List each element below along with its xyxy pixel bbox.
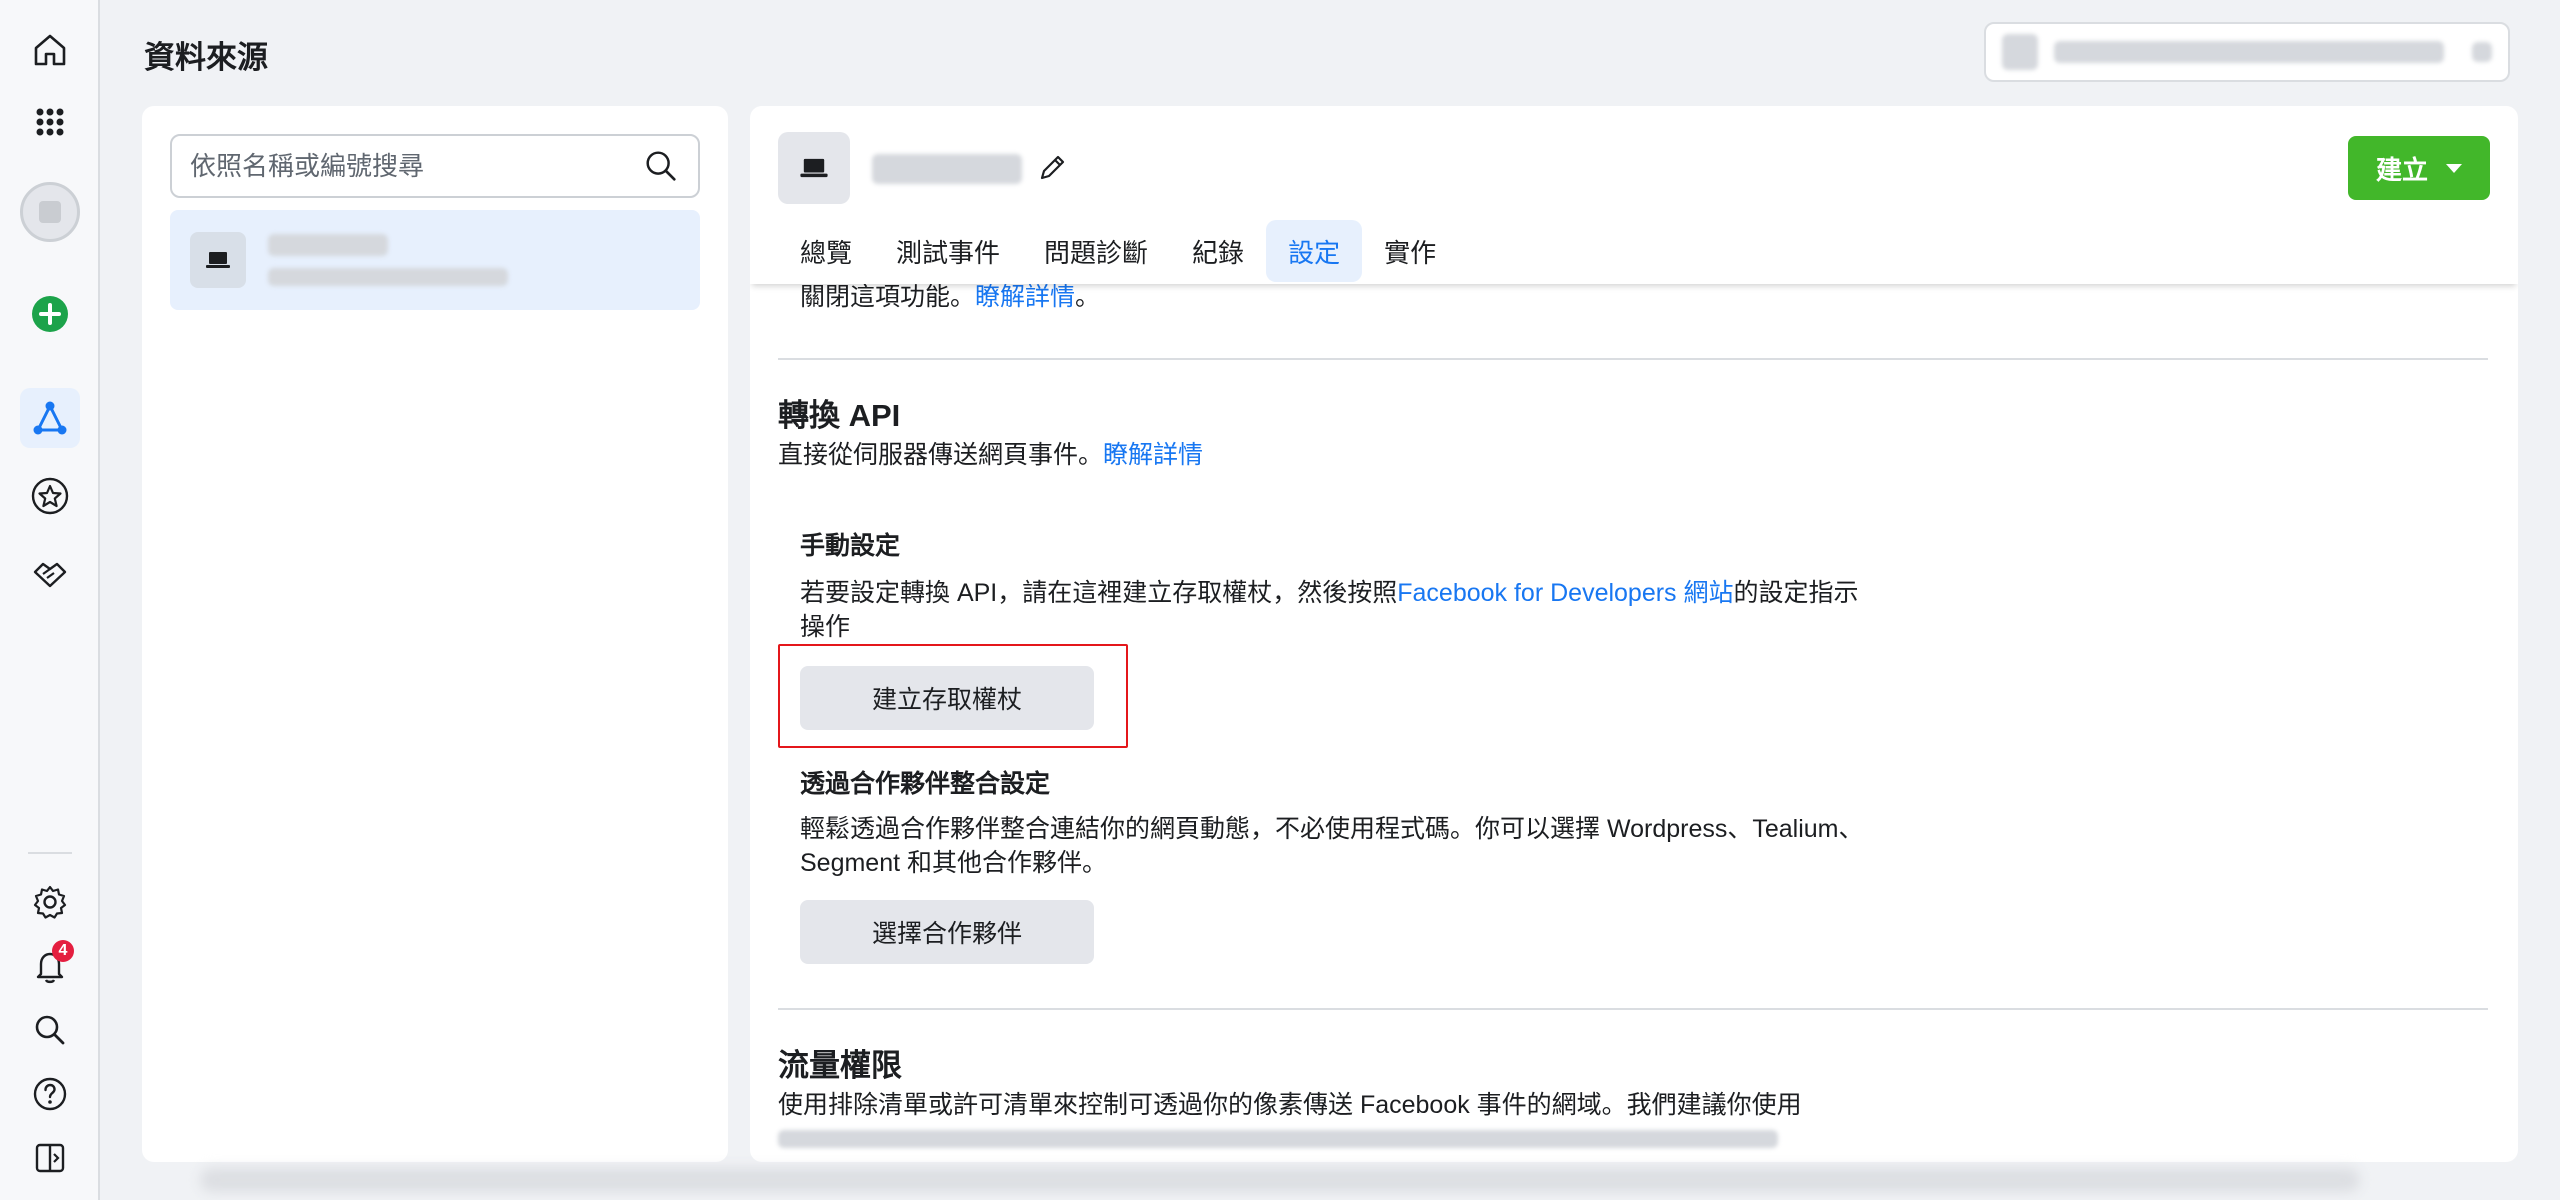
data-source-list-panel	[142, 106, 728, 1162]
manual-setup-description-line2: 操作	[800, 613, 851, 641]
pixel-name-obscured	[872, 154, 1022, 184]
settings-icon[interactable]	[20, 872, 80, 932]
rail-divider	[28, 852, 72, 854]
traffic-permissions-heading: 流量權限	[778, 1048, 902, 1083]
panel-toggle-icon[interactable]	[20, 1128, 80, 1188]
tab-test-events[interactable]: 測試事件	[874, 220, 1022, 282]
left-rail: 4	[0, 0, 100, 1200]
source-id-obscured	[268, 268, 508, 286]
conversions-api-desc-text: 直接從伺服器傳送網頁事件。	[778, 441, 1104, 469]
manual-setup-text: 若要設定轉換 API，請在這裡建立存取權杖，然後按照	[800, 579, 1398, 607]
star-icon[interactable]	[20, 466, 80, 526]
account-name-obscured	[2054, 41, 2444, 63]
create-button-label: 建立	[2375, 154, 2428, 185]
laptop-icon	[190, 232, 246, 288]
clipped-text-line	[778, 1130, 1778, 1148]
source-name-obscured	[268, 234, 388, 256]
help-icon[interactable]	[20, 1064, 80, 1124]
conversions-api-learn-more-link[interactable]: 瞭解詳情	[1103, 441, 1203, 469]
search-icon[interactable]	[20, 1000, 80, 1060]
window-bottom-shadow	[200, 1168, 2360, 1192]
section-divider	[778, 358, 2488, 360]
tab-history[interactable]: 紀錄	[1170, 220, 1266, 282]
truncated-text: 關閉這項功能。	[800, 283, 976, 311]
data-source-detail-panel: 關閉這項功能。瞭解詳情。 轉換 API 直接從伺服器傳送網頁事件。瞭解詳情 手動…	[750, 106, 2518, 1162]
truncated-description: 關閉這項功能。瞭解詳情。	[800, 280, 1100, 314]
ad-account-selector[interactable]	[1984, 22, 2510, 82]
truncated-suffix: 。	[1075, 283, 1101, 311]
tab-bar: 總覽 測試事件 問題診斷 紀錄 設定 實作	[778, 220, 1458, 282]
tab-diagnostics[interactable]: 問題診斷	[1022, 220, 1170, 282]
grid-menu-icon[interactable]	[20, 92, 80, 152]
search-icon[interactable]	[642, 147, 680, 185]
developers-site-link[interactable]: Facebook for Developers 網站	[1397, 579, 1733, 607]
tab-settings[interactable]: 設定	[1266, 220, 1363, 282]
notification-count-badge: 4	[52, 940, 74, 962]
manual-setup-heading: 手動設定	[800, 532, 901, 560]
search-input[interactable]	[190, 150, 642, 182]
pencil-icon[interactable]	[1034, 150, 1070, 186]
events-manager-icon[interactable]	[20, 388, 80, 448]
conversions-api-description: 直接從伺服器傳送網頁事件。瞭解詳情	[778, 438, 1203, 472]
account-avatar[interactable]	[20, 182, 80, 242]
partner-handshake-icon[interactable]	[20, 544, 80, 604]
manual-setup-description: 若要設定轉換 API，請在這裡建立存取權杖，然後按照Facebook for D…	[800, 576, 1859, 610]
conversions-api-heading: 轉換 API	[778, 398, 901, 433]
account-avatar-small	[2002, 34, 2038, 70]
create-access-token-button[interactable]: 建立存取權杖	[800, 666, 1094, 730]
tab-implementation[interactable]: 實作	[1362, 220, 1458, 282]
add-icon[interactable]	[20, 284, 80, 344]
section-divider	[778, 1008, 2488, 1010]
partner-setup-description-line2: Segment 和其他合作夥伴。	[800, 849, 1108, 877]
chevron-down-icon	[2472, 42, 2492, 62]
home-icon[interactable]	[20, 20, 80, 80]
partner-setup-heading: 透過合作夥伴整合設定	[800, 770, 1051, 798]
choose-partner-button[interactable]: 選擇合作夥伴	[800, 900, 1094, 964]
create-button[interactable]: 建立	[2348, 136, 2490, 200]
page-title: 資料來源	[144, 40, 268, 75]
notifications-icon[interactable]: 4	[20, 936, 80, 996]
partner-setup-description: 輕鬆透過合作夥伴整合連結你的網頁動態，不必使用程式碼。你可以選擇 Wordpre…	[800, 815, 1864, 843]
tab-overview[interactable]: 總覽	[778, 220, 874, 282]
list-item[interactable]	[170, 210, 700, 310]
search-box[interactable]	[170, 134, 700, 198]
manual-setup-text-after: 的設定指示	[1733, 579, 1859, 607]
laptop-icon	[778, 132, 850, 204]
traffic-permissions-description: 使用排除清單或許可清單來控制可透過你的像素傳送 Facebook 事件的網域。我…	[778, 1091, 1802, 1119]
caret-down-icon	[2446, 163, 2462, 173]
detail-header: 建立 總覽 測試事件 問題診斷 紀錄 設定 實作	[750, 106, 2518, 284]
learn-more-link[interactable]: 瞭解詳情	[975, 283, 1075, 311]
